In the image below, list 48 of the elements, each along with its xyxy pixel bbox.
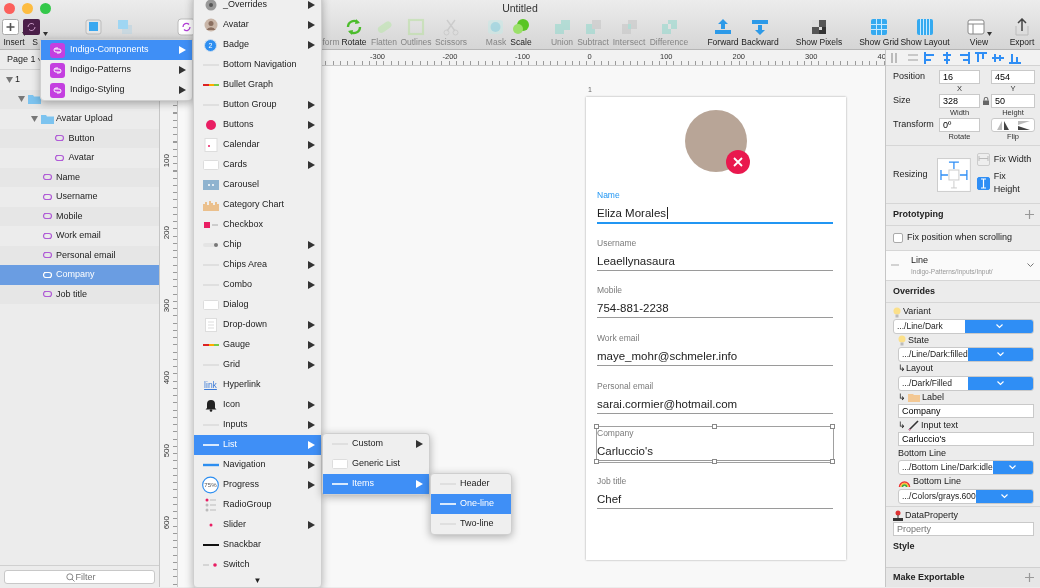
ruler-label: 400: [161, 371, 172, 385]
ruler-label: 100: [161, 153, 172, 167]
window-title: Untitled: [502, 2, 538, 14]
toggle-label: Fix Height: [993, 169, 1021, 196]
field-label: Work email: [597, 332, 641, 345]
ruler-label: 200: [161, 226, 172, 240]
field-label: Mobile: [597, 284, 624, 297]
link-icon: link: [204, 380, 217, 390]
layer-name: Username: [56, 190, 98, 203]
layer-name: Job title: [56, 287, 88, 301]
layer-name: Name: [56, 170, 80, 184]
field-label: Company: [597, 427, 635, 440]
field-label: Personal email: [597, 379, 655, 392]
layer-name: Company: [56, 268, 95, 281]
layer-name: Personal email: [56, 248, 116, 262]
layer-name: Mobile: [56, 209, 83, 223]
field-label: Variant: [903, 305, 931, 319]
field-label: Size: [893, 94, 912, 108]
section-title: Overrides: [893, 284, 936, 298]
layer-name: Avatar Upload: [56, 112, 113, 125]
field-label: Bottom Line: [913, 475, 962, 489]
layer-name: 1: [15, 73, 20, 86]
symbol-name: Line: [911, 253, 929, 267]
ruler-label: 300: [161, 298, 172, 312]
field-label: Resizing: [893, 168, 929, 181]
field-label: Position: [893, 70, 927, 84]
field-label: ↳Layout: [898, 362, 934, 376]
field-label: State: [908, 333, 929, 347]
field-label: Label: [922, 390, 945, 404]
section-title: Prototyping: [893, 207, 944, 221]
field-label: Bottom Line: [898, 446, 947, 460]
field-label: Input text: [921, 418, 959, 432]
ruler-label: 600: [161, 516, 172, 530]
field-label: Job title: [597, 475, 628, 488]
section-title: Style: [892, 539, 916, 553]
field-label: Name: [597, 189, 621, 201]
field-label: DataProperty: [905, 508, 959, 522]
field-label: Username: [597, 236, 638, 249]
field-label: Transform: [893, 118, 935, 132]
layer-name: Avatar: [68, 151, 95, 164]
layer-name: Work email: [56, 229, 101, 242]
ruler-label: 500: [161, 443, 172, 457]
checkbox-label: Fix position when scrolling: [907, 231, 1013, 244]
toggle-label: Fix Width: [993, 153, 1032, 166]
hook-arrow: ↳: [898, 390, 906, 404]
layer-name: Button: [68, 131, 95, 145]
section-title: Make Exportable: [893, 570, 965, 584]
hook-arrow: ↳: [898, 418, 906, 432]
